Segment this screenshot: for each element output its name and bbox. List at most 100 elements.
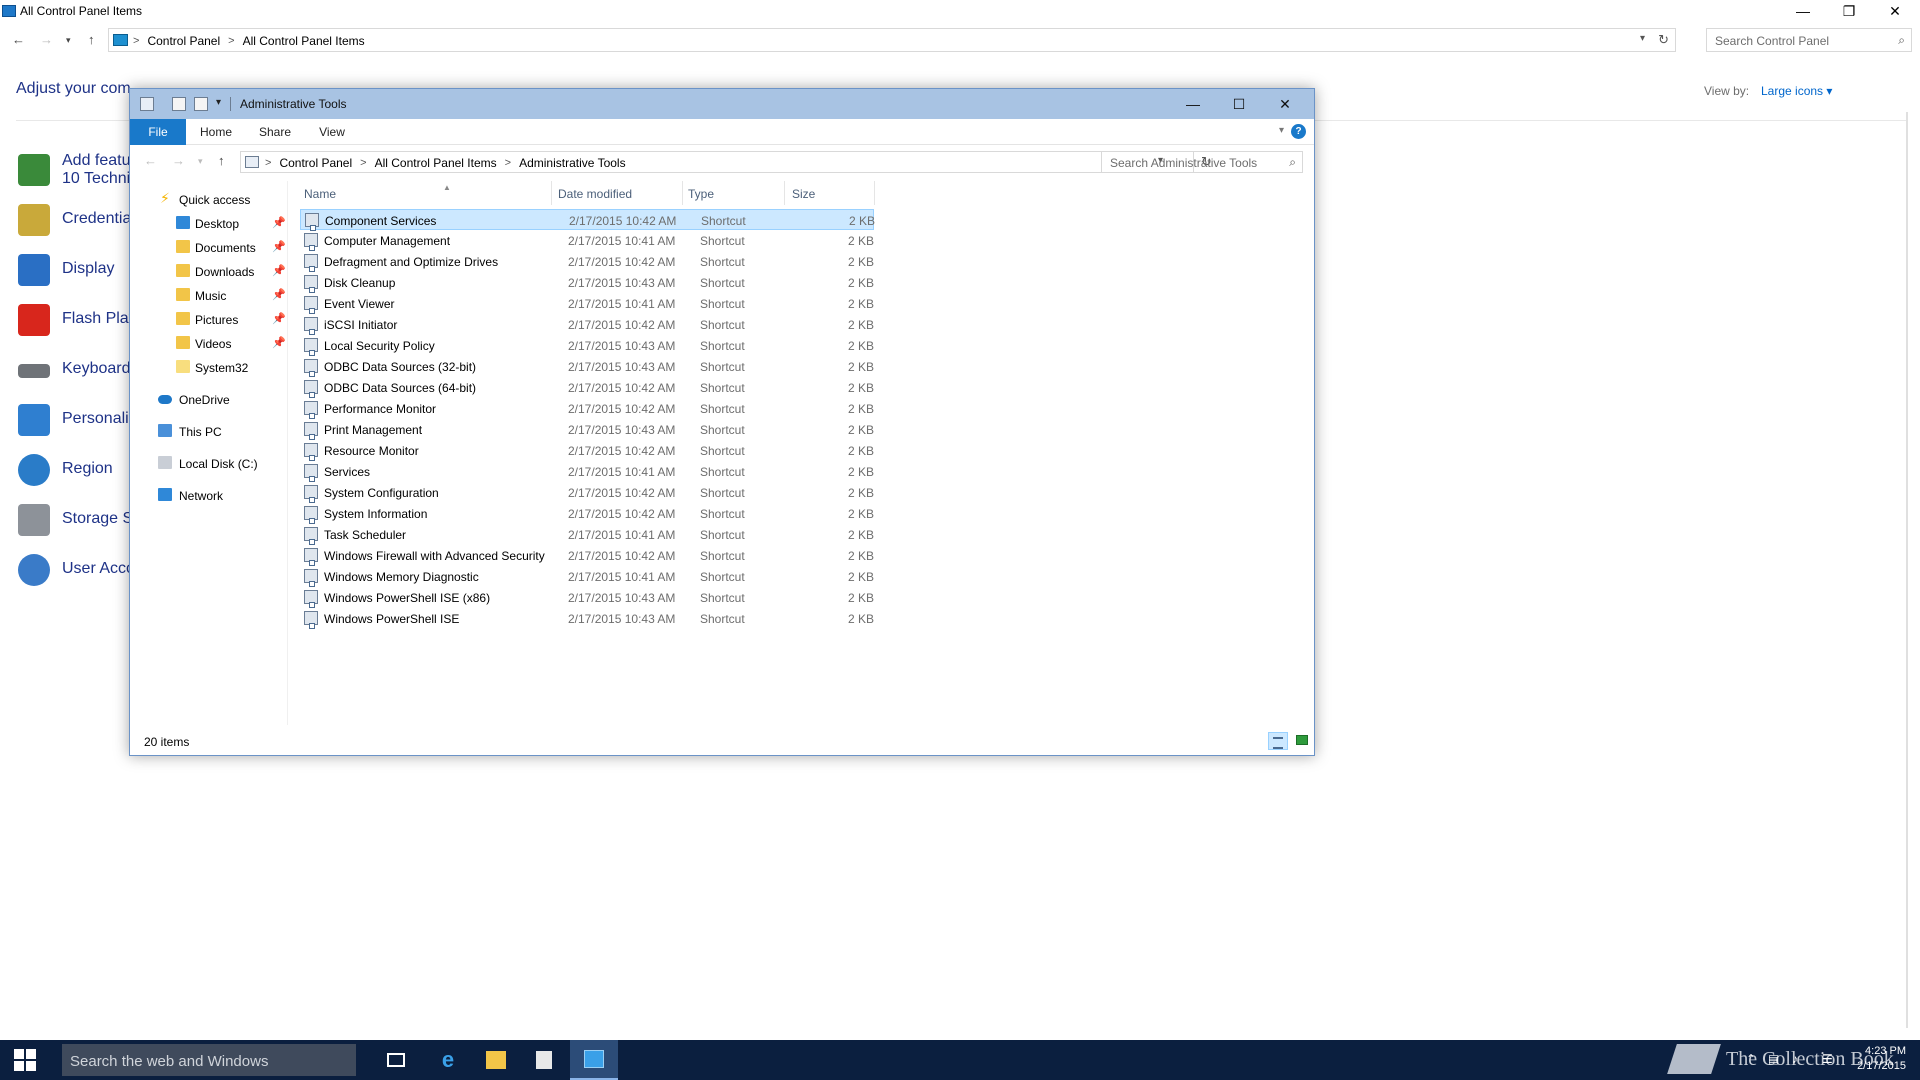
volume-icon[interactable]: ♪ [1792, 1052, 1798, 1066]
pin-icon[interactable]: 📌 [272, 336, 286, 349]
file-explorer-button[interactable] [472, 1040, 520, 1080]
file-row[interactable]: Print Management 2/17/2015 10:43 AM Shortc… [300, 419, 874, 440]
recent-locations-icon[interactable]: ▾ [198, 156, 203, 167]
control-panel-item-personalization[interactable]: Personaliz [18, 400, 138, 440]
network-status-icon[interactable]: ▤ [1768, 1052, 1779, 1066]
show-hidden-icons-icon[interactable]: ⌃ [1746, 1052, 1756, 1066]
store-button[interactable] [520, 1040, 568, 1080]
file-row[interactable]: Windows PowerShell ISE 2/17/2015 10:43 AM… [300, 608, 874, 629]
nav-system32[interactable]: System32 [130, 357, 287, 379]
file-row[interactable]: Disk Cleanup 2/17/2015 10:43 AM Shortcut 2 … [300, 272, 874, 293]
help-icon[interactable]: ? [1291, 124, 1306, 139]
address-bar[interactable]: > Control Panel > All Control Panel Item… [108, 28, 1676, 52]
file-row[interactable]: Event Viewer 2/17/2015 10:41 AM Shortcut 2 … [300, 293, 874, 314]
back-arrow-icon[interactable]: ← [12, 32, 25, 47]
restore-button[interactable]: ❐ [1826, 0, 1872, 22]
clock[interactable]: 4:23 PM 2/17/2015 [1852, 1044, 1906, 1074]
action-center-icon[interactable]: ☰ [1822, 1052, 1833, 1066]
expand-ribbon-icon[interactable]: ▾ [1279, 125, 1284, 136]
task-view-button[interactable] [372, 1040, 420, 1080]
address-bar[interactable]: > Control Panel > All Control Panel Item… [240, 151, 1194, 173]
breadcrumb-all-items[interactable]: All Control Panel Items [243, 34, 365, 48]
nav-network[interactable]: Network [130, 485, 287, 507]
file-row[interactable]: Windows Firewall with Advanced Security 2… [300, 545, 874, 566]
file-row[interactable]: iSCSI Initiator 2/17/2015 10:42 AM Shortcu… [300, 314, 874, 335]
titlebar[interactable]: ▾ Administrative Tools — ☐ ✕ [130, 89, 1314, 119]
column-header-type[interactable]: Type [688, 187, 714, 201]
file-row[interactable]: Component Services 2/17/2015 10:42 AM Shor… [300, 209, 875, 231]
details-view-icon[interactable] [1268, 732, 1288, 750]
nav-videos[interactable]: Videos 📌 [130, 333, 287, 355]
refresh-icon[interactable]: ↻ [1658, 32, 1669, 48]
control-panel-item-keyboard[interactable]: Keyboard [18, 350, 138, 390]
file-row[interactable]: ODBC Data Sources (32-bit) 2/17/2015 10:4… [300, 356, 874, 377]
nav-quick-access[interactable]: ⚡ Quick access [130, 189, 287, 211]
file-row[interactable]: Services 2/17/2015 10:41 AM Shortcut 2 KB [300, 461, 874, 482]
nav-local-disk[interactable]: Local Disk (C:) [130, 453, 287, 475]
forward-arrow-icon[interactable]: → [172, 153, 185, 168]
nav-music[interactable]: Music 📌 [130, 285, 287, 307]
control-panel-item-display[interactable]: Display [18, 250, 138, 290]
nav-downloads[interactable]: Downloads 📌 [130, 261, 287, 283]
minimize-button[interactable]: — [1170, 89, 1216, 119]
file-row[interactable]: System Information 2/17/2015 10:42 AM Shor… [300, 503, 874, 524]
large-icons-view-icon[interactable] [1296, 735, 1308, 745]
scrollbar[interactable] [1906, 112, 1908, 1028]
file-row[interactable]: Windows Memory Diagnostic 2/17/2015 10:41… [300, 566, 874, 587]
search-input[interactable]: Search Administrative Tools ⌕ [1101, 151, 1303, 173]
nav-pictures[interactable]: Pictures 📌 [130, 309, 287, 331]
breadcrumb-administrative-tools[interactable]: Administrative Tools [519, 156, 626, 170]
column-header-name[interactable]: Name ▲ [304, 183, 451, 201]
pin-icon[interactable]: 📌 [272, 312, 286, 325]
minimize-button[interactable]: — [1780, 0, 1826, 22]
file-row[interactable]: ODBC Data Sources (64-bit) 2/17/2015 10:4… [300, 377, 874, 398]
breadcrumb-all-items[interactable]: All Control Panel Items [375, 156, 497, 170]
file-row[interactable]: Local Security Policy 2/17/2015 10:43 AM S… [300, 335, 874, 356]
control-panel-item-user-accounts[interactable]: User Acco [18, 550, 138, 590]
control-panel-item-credential-manager[interactable]: Credentia [18, 200, 138, 240]
search-input[interactable]: Search Control Panel ⌕ [1706, 28, 1912, 52]
tab-home[interactable]: Home [186, 119, 246, 145]
pin-icon[interactable]: 📌 [272, 216, 286, 229]
view-by-dropdown[interactable]: Large icons ▾ [1761, 84, 1832, 98]
customize-quick-access-icon[interactable]: ▾ [216, 97, 221, 108]
control-panel-item-region[interactable]: Region [18, 450, 138, 490]
file-row[interactable]: Task Scheduler 2/17/2015 10:41 AM Shortcut… [300, 524, 874, 545]
nav-onedrive[interactable]: OneDrive [130, 389, 287, 411]
nav-documents[interactable]: Documents 📌 [130, 237, 287, 259]
control-panel-taskbar-button[interactable] [570, 1040, 618, 1080]
maximize-button[interactable]: ☐ [1216, 89, 1262, 119]
chevron-down-icon[interactable]: ▾ [1640, 33, 1645, 44]
properties-icon[interactable] [172, 97, 186, 111]
nav-desktop[interactable]: Desktop 📌 [130, 213, 287, 235]
close-button[interactable]: ✕ [1262, 89, 1308, 119]
file-row[interactable]: Performance Monitor 2/17/2015 10:42 AM Sho… [300, 398, 874, 419]
column-header-size[interactable]: Size [792, 187, 815, 201]
pin-icon[interactable]: 📌 [272, 264, 286, 277]
start-button[interactable] [0, 1040, 50, 1080]
pin-icon[interactable]: 📌 [272, 240, 286, 253]
file-row[interactable]: System Configuration 2/17/2015 10:42 AM Sh… [300, 482, 874, 503]
tab-view[interactable]: View [304, 119, 360, 145]
recent-locations-icon[interactable]: ▾ [66, 35, 71, 46]
tab-share[interactable]: Share [246, 119, 304, 145]
internet-explorer-button[interactable]: e [424, 1040, 472, 1080]
back-arrow-icon[interactable]: ← [144, 153, 157, 168]
breadcrumb-control-panel[interactable]: Control Panel [279, 156, 352, 170]
up-arrow-icon[interactable]: ↑ [218, 153, 225, 168]
file-row[interactable]: Defragment and Optimize Drives 2/17/2015 … [300, 251, 874, 272]
taskbar-search-input[interactable]: Search the web and Windows [62, 1044, 356, 1076]
forward-arrow-icon[interactable]: → [40, 32, 53, 47]
tab-file[interactable]: File [130, 119, 186, 145]
file-row[interactable]: Computer Management 2/17/2015 10:41 AM Sho… [300, 230, 874, 251]
control-panel-item-flash-player[interactable]: Flash Play [18, 300, 138, 340]
file-row[interactable]: Resource Monitor 2/17/2015 10:42 AM Shortc… [300, 440, 874, 461]
control-panel-item-storage-spaces[interactable]: Storage S [18, 500, 138, 540]
breadcrumb-control-panel[interactable]: Control Panel [147, 34, 220, 48]
close-button[interactable]: ✕ [1872, 0, 1918, 22]
nav-this-pc[interactable]: This PC [130, 421, 287, 443]
pin-icon[interactable]: 📌 [272, 288, 286, 301]
column-header-date[interactable]: Date modified [558, 187, 632, 201]
new-folder-icon[interactable] [194, 97, 208, 111]
file-row[interactable]: Windows PowerShell ISE (x86) 2/17/2015 10… [300, 587, 874, 608]
